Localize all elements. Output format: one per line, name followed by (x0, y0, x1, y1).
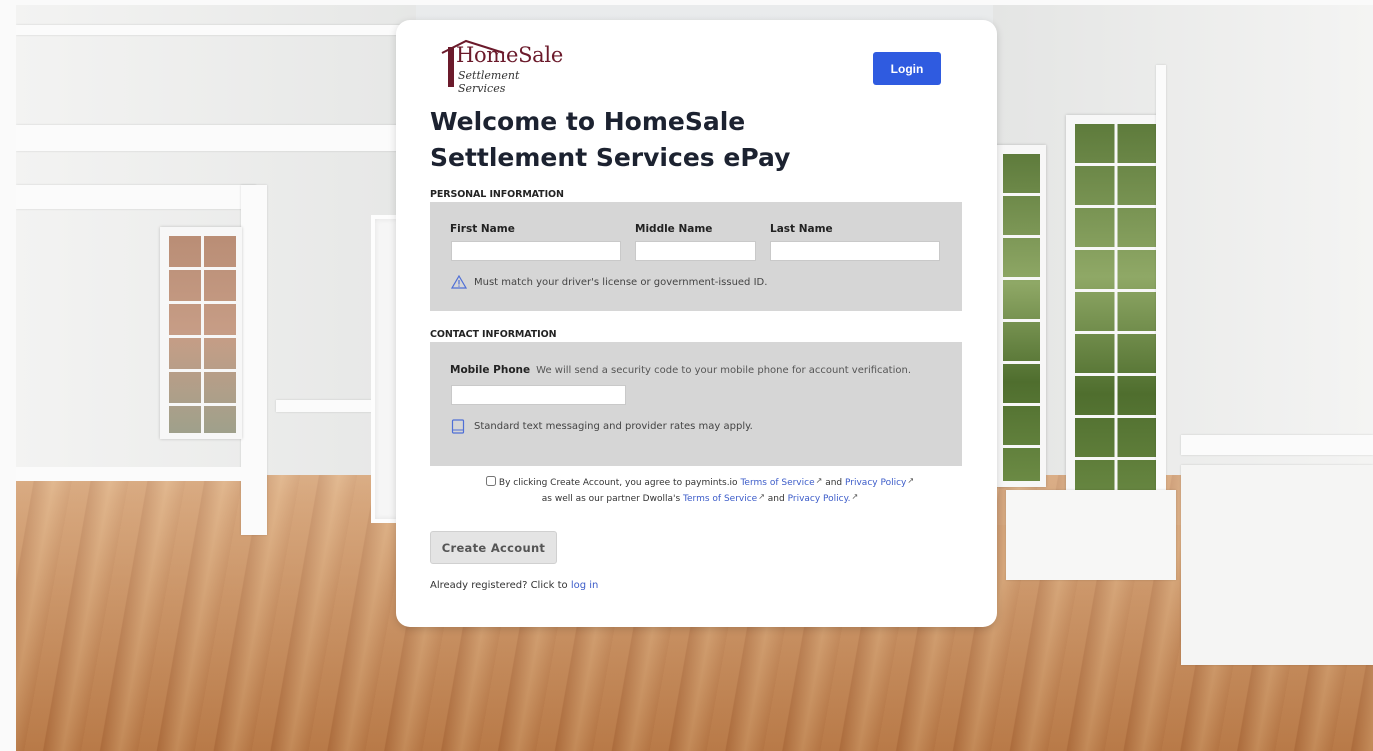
login-button[interactable]: Login (873, 52, 941, 85)
create-account-button[interactable]: Create Account (430, 531, 557, 564)
personal-information-heading: PERSONAL INFORMATION (430, 189, 564, 200)
mobile-phone-label-text: Mobile Phone (450, 364, 531, 376)
first-name-label: First Name (450, 223, 515, 235)
paymints-terms-link[interactable]: Terms of Service (740, 478, 814, 488)
homesale-logo: HomeSale Settlement Services (438, 39, 563, 95)
first-name-input[interactable] (451, 241, 621, 261)
middle-name-label: Middle Name (635, 223, 713, 235)
mobile-phone-label: Mobile Phone We will send a security code… (450, 364, 911, 376)
right-window-2 (994, 145, 1046, 487)
middle-name-input[interactable] (635, 241, 756, 261)
terms-agreement: By clicking Create Account, you agree to… (470, 474, 930, 506)
page-title: Welcome to HomeSale Settlement Services … (430, 107, 791, 172)
mobile-phone-icon (451, 419, 465, 434)
paymints-privacy-link[interactable]: Privacy Policy (845, 478, 906, 488)
warning-triangle-icon (451, 275, 467, 289)
dwolla-terms-link[interactable]: Terms of Service (683, 494, 757, 504)
mobile-phone-input[interactable] (451, 385, 626, 405)
mobile-phone-helper: We will send a security code to your mob… (536, 365, 912, 376)
log-in-link[interactable]: log in (571, 580, 599, 591)
agree-terms-checkbox[interactable] (485, 476, 496, 486)
last-name-label: Last Name (770, 223, 833, 235)
right-window-1 (1066, 115, 1163, 517)
already-registered-text: Already registered? Click to log in (430, 580, 599, 591)
id-match-note: Must match your driver's license or gove… (474, 277, 768, 288)
external-link-icon: ↗ (907, 476, 915, 485)
text-rates-note: Standard text messaging and provider rat… (474, 421, 753, 432)
contact-information-heading: CONTACT INFORMATION (430, 329, 557, 340)
last-name-input[interactable] (770, 241, 940, 261)
brand-subtitle: Settlement Services (458, 69, 520, 95)
external-link-icon: ↗ (815, 476, 823, 485)
external-link-icon: ↗ (851, 492, 859, 501)
external-link-icon: ↗ (758, 492, 765, 501)
left-window (160, 227, 242, 439)
brand-name: HomeSale (456, 43, 563, 67)
agreement-text-2: as well as our partner Dwolla's (541, 494, 681, 504)
dwolla-privacy-link[interactable]: Privacy Policy. (788, 494, 851, 504)
agreement-text-1: By clicking Create Account, you agree to… (498, 478, 738, 488)
